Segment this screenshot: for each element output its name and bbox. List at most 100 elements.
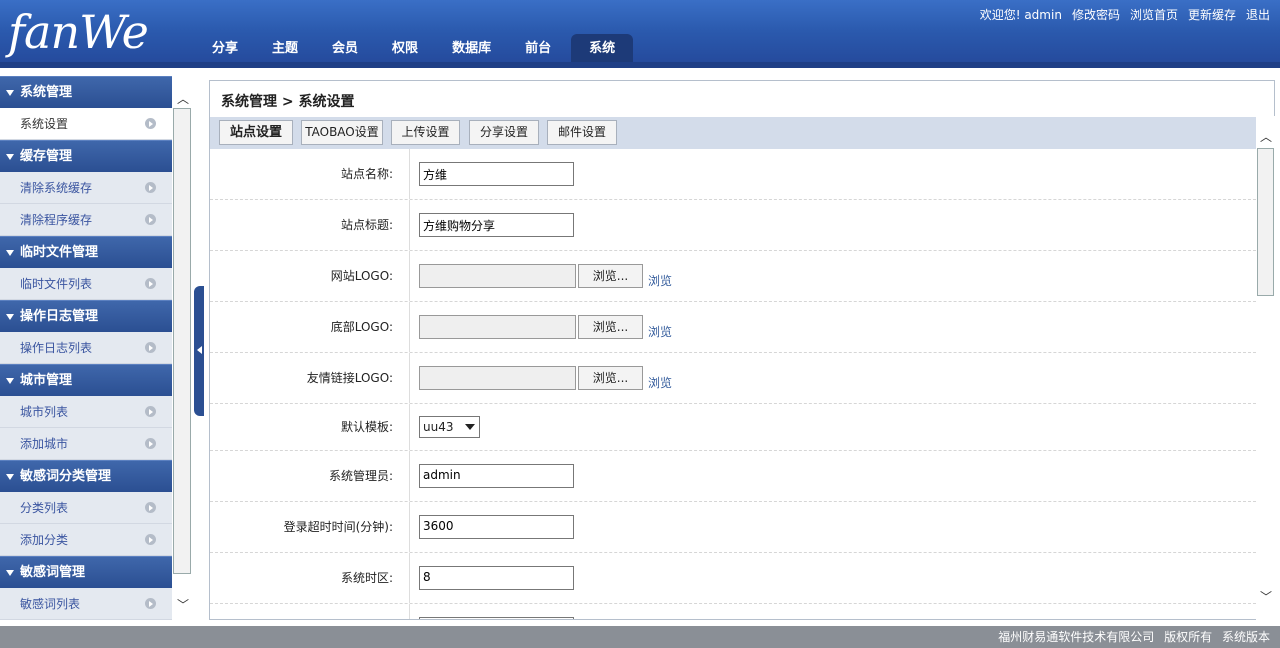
top-links: 欢迎您! admin 修改密码 浏览首页 更新缓存 退出 <box>980 6 1270 23</box>
default-template-value: uu43 <box>423 420 454 434</box>
sidebar-group-temp-files[interactable]: 临时文件管理 <box>0 236 172 268</box>
footer-logo-preview-link[interactable]: 浏览 <box>648 323 672 340</box>
arrow-right-icon <box>145 438 156 449</box>
sidebar-item-label: 城市列表 <box>20 405 69 419</box>
tab-permission[interactable]: 权限 <box>378 34 432 62</box>
site-logo-preview-link[interactable]: 浏览 <box>648 272 672 289</box>
fanwe-logo: fanWe <box>8 5 149 59</box>
arrow-right-icon <box>145 534 156 545</box>
form-row-login-timeout: 登录超时时间(分钟): 3600 <box>210 502 1256 553</box>
site-logo-browse-button[interactable]: 浏览... <box>578 264 643 288</box>
tab-upload-settings[interactable]: 上传设置 <box>391 120 460 145</box>
tab-system[interactable]: 系统 <box>571 34 634 62</box>
admin-name-input[interactable]: admin <box>419 464 574 488</box>
scroll-down-icon[interactable]: ﹀ <box>1259 588 1273 604</box>
footer-logo-browse-button[interactable]: 浏览... <box>578 315 643 339</box>
sidebar-item-label: 敏感词列表 <box>20 597 81 611</box>
caret-down-icon <box>6 569 14 576</box>
sidebar-item-label: 临时文件列表 <box>20 277 93 291</box>
sidebar-group-word-category[interactable]: 敏感词分类管理 <box>0 460 172 492</box>
sidebar-item-category-list[interactable]: 分类列表 <box>0 492 172 524</box>
sidebar-item-sensitive-word-list[interactable]: 敏感词列表 <box>0 588 172 620</box>
sidebar-group-cache[interactable]: 缓存管理 <box>0 140 172 172</box>
sidebar-group-system[interactable]: 系统管理 <box>0 76 172 108</box>
form-row-timezone: 系统时区: 8 <box>210 553 1256 604</box>
arrow-right-icon <box>145 214 156 225</box>
caret-down-icon <box>6 153 14 160</box>
sidebar-group-label: 操作日志管理 <box>20 308 99 324</box>
footer-logo-file-input[interactable] <box>419 315 576 339</box>
tab-topic[interactable]: 主题 <box>258 34 312 62</box>
login-timeout-input[interactable]: 3600 <box>419 515 574 539</box>
sidebar-item-system-settings[interactable]: 系统设置 <box>0 108 172 140</box>
caret-down-icon <box>6 249 14 256</box>
caret-down-icon <box>6 89 14 96</box>
update-cache-link[interactable]: 更新缓存 <box>1188 6 1236 23</box>
friend-logo-preview-link[interactable]: 浏览 <box>648 374 672 391</box>
sidebar-item-label: 系统设置 <box>20 117 69 131</box>
scroll-thumb[interactable] <box>173 108 191 574</box>
sidebar-group-label: 敏感词管理 <box>20 564 86 580</box>
sidebar-item-city-list[interactable]: 城市列表 <box>0 396 172 428</box>
form-row-footer-logo: 底部LOGO: 浏览... 浏览 <box>210 302 1256 353</box>
next-row-input[interactable] <box>419 617 574 619</box>
footer-logo-label: 底部LOGO: <box>210 302 410 352</box>
timezone-input[interactable]: 8 <box>419 566 574 590</box>
arrow-right-icon <box>145 182 156 193</box>
sidebar-collapse-handle[interactable] <box>194 286 204 416</box>
form-row-site-title: 站点标题: 方维购物分享 <box>210 200 1256 251</box>
logout-link[interactable]: 退出 <box>1246 6 1270 23</box>
arrow-right-icon <box>145 118 156 129</box>
timezone-label: 系统时区: <box>210 553 410 603</box>
friend-logo-file-input[interactable] <box>419 366 576 390</box>
main-scrollbar[interactable]: ︿ ﹀ <box>1256 116 1275 620</box>
site-name-input[interactable]: 方维 <box>419 162 574 186</box>
tab-share-settings[interactable]: 分享设置 <box>469 120 539 145</box>
caret-down-icon <box>6 377 14 384</box>
sidebar-scrollbar[interactable]: ︿ ﹀ <box>172 76 192 620</box>
sidebar-item-add-city[interactable]: 添加城市 <box>0 428 172 460</box>
site-name-label: 站点名称: <box>210 149 410 199</box>
scroll-down-icon[interactable]: ﹀ <box>176 596 190 612</box>
site-title-input[interactable]: 方维购物分享 <box>419 213 574 237</box>
sidebar-item-clear-program-cache[interactable]: 清除程序缓存 <box>0 204 172 236</box>
sidebar-item-add-category[interactable]: 添加分类 <box>0 524 172 556</box>
sidebar-group-city[interactable]: 城市管理 <box>0 364 172 396</box>
tab-mail-settings[interactable]: 邮件设置 <box>547 120 617 145</box>
default-template-select[interactable]: uu43 <box>419 416 480 438</box>
site-logo-file-input[interactable] <box>419 264 576 288</box>
footer: 福州财易通软件技术有限公司 版权所有 系统版本 <box>0 626 1280 648</box>
browse-home-link[interactable]: 浏览首页 <box>1130 6 1178 23</box>
form-row-site-logo: 网站LOGO: 浏览... 浏览 <box>210 251 1256 302</box>
default-template-label: 默认模板: <box>210 404 410 450</box>
arrow-right-icon <box>145 342 156 353</box>
sidebar-item-log-list[interactable]: 操作日志列表 <box>0 332 172 364</box>
sidebar-item-label: 添加分类 <box>20 533 69 547</box>
form-row-default-template: 默认模板: uu43 <box>210 404 1256 451</box>
scroll-up-icon[interactable]: ︿ <box>1259 128 1273 144</box>
friend-logo-browse-button[interactable]: 浏览... <box>578 366 643 390</box>
tab-site-settings[interactable]: 站点设置 <box>219 120 293 145</box>
caret-down-icon <box>6 473 14 480</box>
scroll-thumb[interactable] <box>1257 148 1274 296</box>
tab-share[interactable]: 分享 <box>198 34 252 62</box>
sidebar-group-logs[interactable]: 操作日志管理 <box>0 300 172 332</box>
breadcrumb: 系统管理 > 系统设置 <box>221 94 355 110</box>
sidebar-item-label: 清除系统缓存 <box>20 181 93 195</box>
sidebar-group-label: 敏感词分类管理 <box>20 468 112 484</box>
friend-logo-label: 友情链接LOGO: <box>210 353 410 403</box>
tab-frontend[interactable]: 前台 <box>511 34 565 62</box>
sidebar-item-clear-system-cache[interactable]: 清除系统缓存 <box>0 172 172 204</box>
tab-taobao-settings[interactable]: TAOBAO设置 <box>301 120 383 145</box>
sidebar-group-sensitive-words[interactable]: 敏感词管理 <box>0 556 172 588</box>
header-divider <box>0 62 1280 68</box>
arrow-right-icon <box>145 598 156 609</box>
sidebar-item-label: 清除程序缓存 <box>20 213 93 227</box>
settings-form: 站点名称: 方维 站点标题: 方维购物分享 网站LOGO: 浏览... 浏览 底… <box>210 149 1256 619</box>
sidebar-item-temp-file-list[interactable]: 临时文件列表 <box>0 268 172 300</box>
tab-member[interactable]: 会员 <box>318 34 372 62</box>
change-password-link[interactable]: 修改密码 <box>1072 6 1120 23</box>
footer-version: 系统版本 <box>1221 630 1270 644</box>
scroll-up-icon[interactable]: ︿ <box>176 90 190 106</box>
tab-database[interactable]: 数据库 <box>438 34 505 62</box>
